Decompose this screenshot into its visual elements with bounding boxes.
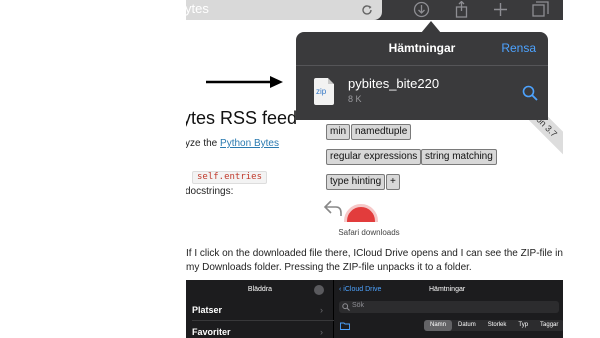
tag-add-button[interactable]: + [386, 174, 400, 190]
more-icon[interactable] [314, 285, 324, 295]
body-paragraph: If I click on the downloaded file there,… [186, 248, 563, 273]
search-icon [342, 303, 350, 311]
show-in-finder-icon[interactable] [522, 85, 538, 101]
sidebar-section-places[interactable]: Platser [192, 305, 222, 315]
search-input[interactable]: Sök [339, 301, 559, 313]
reply-arrow-icon[interactable] [323, 199, 343, 217]
safari-screenshot: ytes ytes RSS feed yze the Python Bytes … [186, 0, 563, 222]
page-heading: ytes RSS feed [186, 108, 298, 128]
intro-text: yze the Python Bytes [186, 138, 279, 149]
back-to-icloud-drive[interactable]: ‹ iCloud Drive [339, 286, 381, 293]
tag-min[interactable]: min [326, 124, 351, 140]
clear-button[interactable]: Rensa [501, 41, 536, 55]
docstrings-text: docstrings: [186, 186, 234, 197]
search-placeholder: Sök [352, 302, 365, 309]
browse-title: Bläddra [247, 286, 273, 293]
address-bar[interactable]: ytes [186, 0, 382, 20]
address-text: ytes [186, 1, 209, 16]
site-logo [344, 204, 378, 222]
tag-string-matching[interactable]: string matching [421, 149, 497, 165]
tag-regular-expressions[interactable]: regular expressions [326, 149, 422, 165]
sort-name[interactable]: Namn [424, 320, 453, 331]
pointer-arrow-icon [206, 76, 283, 88]
folder-view: ‹ iCloud Drive Hämtningar Sök Namn Datum… [335, 280, 563, 338]
chevron-right-icon: › [320, 305, 323, 315]
inline-code: self.entries [192, 171, 268, 184]
plus-icon[interactable] [492, 1, 509, 18]
sidebar-section-favorites[interactable]: Favoriter [192, 327, 231, 337]
sort-tags[interactable]: Taggar [534, 320, 563, 331]
download-file-size: 8 K [348, 94, 362, 104]
back-label: iCloud Drive [343, 286, 382, 293]
new-folder-icon[interactable] [340, 322, 350, 330]
image-caption: Safari downloads [338, 228, 400, 237]
sort-type[interactable]: Typ [512, 320, 534, 331]
download-icon[interactable] [413, 1, 430, 18]
python-bytes-link[interactable]: Python Bytes [220, 138, 279, 149]
tag-namedtuple[interactable]: namedtuple [351, 124, 412, 140]
sort-date[interactable]: Datum [452, 320, 482, 331]
downloads-popover: Hämtningar Rensa zip pybites_bite220 8 K [296, 32, 548, 120]
browse-sidebar: Bläddra Platser › Favoriter › [186, 280, 334, 338]
sort-size[interactable]: Storlek [482, 320, 513, 331]
share-icon[interactable] [453, 1, 470, 18]
sidebar-divider [192, 320, 334, 321]
files-app-screenshot: Bläddra Platser › Favoriter › ‹ iCloud D… [186, 280, 563, 338]
sort-segmented-control: Namn Datum Storlek Typ Taggar [424, 320, 563, 331]
safari-toolbar: ytes [186, 0, 563, 20]
tabs-icon[interactable] [532, 1, 549, 18]
chevron-right-icon: › [320, 327, 323, 337]
tag-type-hinting[interactable]: type hinting [326, 174, 386, 190]
intro-text-prefix: yze the [186, 138, 221, 149]
download-file-name[interactable]: pybites_bite220 [348, 76, 439, 91]
zip-file-icon[interactable]: zip [314, 78, 334, 105]
folder-title: Hämtningar [429, 286, 466, 293]
popover-divider [296, 65, 548, 66]
zip-file-type-label: zip [316, 87, 327, 96]
reload-icon[interactable] [360, 3, 374, 17]
